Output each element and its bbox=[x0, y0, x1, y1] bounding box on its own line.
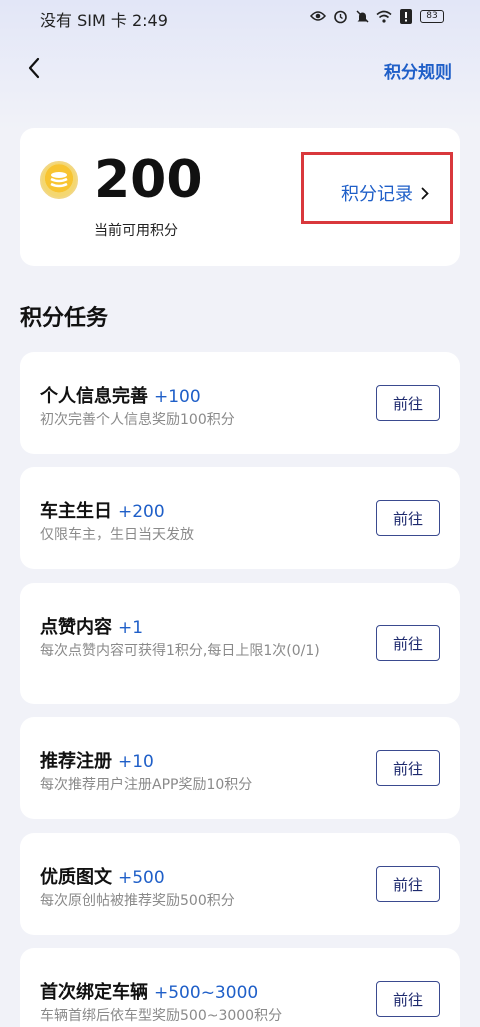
task-title: 优质图文 +500 bbox=[40, 863, 165, 889]
go-button[interactable]: 前往 bbox=[376, 500, 440, 536]
coin-icon bbox=[40, 161, 78, 199]
task-card: 推荐注册 +10 每次推荐用户注册APP奖励10积分 前往 bbox=[20, 717, 460, 819]
points-caption: 当前可用积分 bbox=[94, 223, 178, 239]
task-desc: 每次点赞内容可获得1积分,每日上限1次(0/1) bbox=[40, 643, 320, 659]
task-desc: 仅限车主，生日当天发放 bbox=[40, 527, 194, 543]
task-name: 推荐注册 bbox=[40, 751, 112, 772]
go-button[interactable]: 前往 bbox=[376, 866, 440, 902]
points-record-link[interactable]: 积分记录 bbox=[341, 180, 429, 206]
task-title: 车主生日 +200 bbox=[40, 497, 165, 523]
chevron-left-icon bbox=[28, 57, 40, 79]
go-button[interactable]: 前往 bbox=[376, 625, 440, 661]
task-reward: +200 bbox=[118, 502, 165, 522]
wifi-icon bbox=[376, 8, 392, 24]
points-card: 200 当前可用积分 积分记录 bbox=[20, 128, 460, 266]
task-name: 车主生日 bbox=[40, 501, 112, 522]
task-name: 点赞内容 bbox=[40, 617, 112, 638]
mute-icon bbox=[354, 8, 370, 24]
task-reward: +500 bbox=[118, 868, 165, 888]
task-desc: 初次完善个人信息奖励100积分 bbox=[40, 412, 235, 428]
task-reward: +1 bbox=[118, 618, 144, 638]
task-desc: 每次推荐用户注册APP奖励10积分 bbox=[40, 777, 253, 793]
carrier-time: 没有 SIM 卡 2:49 bbox=[40, 11, 168, 30]
task-card: 点赞内容 +1 每次点赞内容可获得1积分,每日上限1次(0/1) 前往 bbox=[20, 583, 460, 704]
eye-icon bbox=[310, 8, 326, 24]
section-title: 积分任务 bbox=[20, 306, 109, 331]
task-card: 车主生日 +200 仅限车主，生日当天发放 前往 bbox=[20, 467, 460, 569]
task-title: 点赞内容 +1 bbox=[40, 613, 143, 639]
task-name: 优质图文 bbox=[40, 867, 112, 888]
task-reward: +10 bbox=[118, 752, 154, 772]
alarm-icon bbox=[332, 8, 348, 24]
points-record-label: 积分记录 bbox=[341, 184, 413, 205]
task-name: 个人信息完善 bbox=[40, 386, 148, 407]
battery-icon: 83 bbox=[420, 9, 444, 23]
task-title: 首次绑定车辆 +500~3000 bbox=[40, 978, 258, 1004]
task-name: 首次绑定车辆 bbox=[40, 982, 148, 1003]
back-button[interactable] bbox=[18, 52, 50, 84]
go-button[interactable]: 前往 bbox=[376, 750, 440, 786]
go-button[interactable]: 前往 bbox=[376, 385, 440, 421]
task-reward: +100 bbox=[154, 387, 201, 407]
go-button[interactable]: 前往 bbox=[376, 981, 440, 1017]
status-bar: 没有 SIM 卡 2:49 83 bbox=[0, 0, 480, 36]
alert-icon bbox=[398, 8, 414, 24]
points-value: 200 bbox=[94, 150, 203, 210]
task-card: 个人信息完善 +100 初次完善个人信息奖励100积分 前往 bbox=[20, 352, 460, 454]
task-desc: 每次原创帖被推荐奖励500积分 bbox=[40, 893, 235, 909]
task-card: 优质图文 +500 每次原创帖被推荐奖励500积分 前往 bbox=[20, 833, 460, 935]
task-title: 个人信息完善 +100 bbox=[40, 382, 201, 408]
task-desc: 车辆首绑后依车型奖励500~3000积分 bbox=[40, 1008, 283, 1024]
rules-link[interactable]: 积分规则 bbox=[384, 58, 452, 83]
task-reward: +500~3000 bbox=[154, 983, 259, 1003]
task-title: 推荐注册 +10 bbox=[40, 747, 154, 773]
task-card: 首次绑定车辆 +500~3000 车辆首绑后依车型奖励500~3000积分 前往 bbox=[20, 948, 460, 1027]
chevron-right-icon bbox=[421, 187, 429, 199]
nav-bar: 积分规则 bbox=[0, 44, 480, 94]
